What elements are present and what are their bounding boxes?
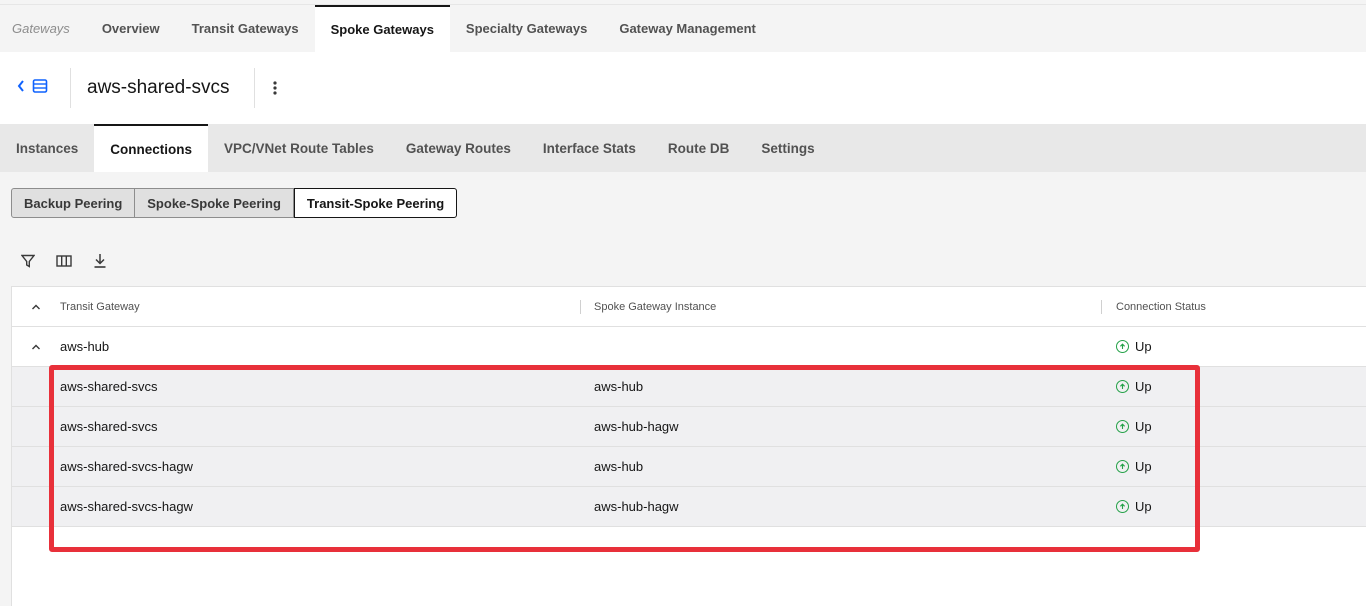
connections-table: Transit Gateway Spoke Gateway Instance C… [11, 286, 1366, 606]
tab-gateway-management[interactable]: Gateway Management [603, 5, 772, 52]
tab-specialty-gateways[interactable]: Specialty Gateways [450, 5, 603, 52]
status-text: Up [1135, 419, 1152, 434]
column-divider[interactable] [1101, 299, 1102, 314]
nav-brand: Gateways [12, 21, 70, 36]
transit-gateway-cell: aws-shared-svcs [60, 419, 158, 434]
tab-settings[interactable]: Settings [745, 124, 831, 172]
column-header-transit-gateway[interactable]: Transit Gateway [60, 301, 140, 313]
column-header-spoke-gateway-instance[interactable]: Spoke Gateway Instance [594, 301, 716, 313]
table-toolbar [14, 248, 114, 274]
chevron-up-icon [32, 304, 40, 309]
status-cell: Up [1116, 459, 1152, 474]
download-button[interactable] [86, 248, 114, 274]
connections-content: Backup Peering Spoke-Spoke Peering Trans… [0, 172, 1366, 606]
list-view-icon [32, 78, 48, 99]
spoke-spoke-peering-button[interactable]: Spoke-Spoke Peering [135, 188, 294, 218]
table-row[interactable]: aws-shared-svcs aws-hub Up [12, 367, 1366, 407]
table-row[interactable]: aws-shared-svcs-hagw aws-hub Up [12, 447, 1366, 487]
download-icon [94, 254, 106, 268]
tab-connections[interactable]: Connections [94, 124, 209, 172]
spoke-instance-cell: aws-hub [594, 459, 644, 474]
back-to-list-button[interactable] [0, 68, 71, 108]
group-collapse-button[interactable] [12, 344, 60, 350]
status-up-icon [1116, 380, 1129, 393]
status-cell: Up [1116, 339, 1152, 354]
tab-instances[interactable]: Instances [0, 124, 95, 172]
kebab-icon [272, 81, 277, 95]
tab-overview[interactable]: Overview [86, 5, 176, 52]
tab-route-tables[interactable]: VPC/VNet Route Tables [208, 124, 390, 172]
tab-spoke-gateways[interactable]: Spoke Gateways [314, 5, 450, 52]
transit-spoke-peering-button[interactable]: Transit-Spoke Peering [293, 188, 458, 218]
columns-button[interactable] [50, 248, 78, 274]
page-title: aws-shared-svcs [71, 68, 255, 108]
status-up-icon [1116, 340, 1129, 353]
overflow-menu-button[interactable] [255, 68, 295, 108]
tab-route-db[interactable]: Route DB [651, 124, 746, 172]
transit-gateway-cell: aws-shared-svcs [60, 379, 158, 394]
status-text: Up [1135, 499, 1152, 514]
top-nav: Gateways Overview Transit Gateways Spoke… [0, 4, 1366, 52]
status-cell: Up [1116, 379, 1152, 394]
transit-gateway-cell: aws-shared-svcs-hagw [60, 499, 193, 514]
status-up-icon [1116, 500, 1129, 513]
tab-interface-stats[interactable]: Interface Stats [526, 124, 652, 172]
status-cell: Up [1116, 499, 1152, 514]
chevron-up-icon [32, 344, 40, 349]
filter-icon [21, 254, 35, 268]
spoke-instance-cell: aws-hub [594, 379, 644, 394]
chevron-left-icon [16, 79, 26, 98]
transit-gateway-cell: aws-shared-svcs-hagw [60, 459, 193, 474]
table-header: Transit Gateway Spoke Gateway Instance C… [12, 287, 1366, 327]
status-text: Up [1135, 379, 1152, 394]
spoke-instance-cell: aws-hub-hagw [594, 419, 679, 434]
collapse-all-button[interactable] [12, 304, 60, 310]
group-row[interactable]: aws-hub Up [12, 327, 1366, 367]
group-name: aws-hub [60, 339, 110, 354]
tab-gateway-routes[interactable]: Gateway Routes [389, 124, 527, 172]
table-row[interactable]: aws-shared-svcs aws-hub-hagw Up [12, 407, 1366, 447]
gateway-header: aws-shared-svcs [0, 52, 1366, 124]
backup-peering-button[interactable]: Backup Peering [11, 188, 136, 218]
status-text: Up [1135, 339, 1152, 354]
sub-tabs: Instances Connections VPC/VNet Route Tab… [0, 124, 1366, 172]
column-divider[interactable] [580, 299, 581, 314]
peering-segmented-control: Backup Peering Spoke-Spoke Peering Trans… [11, 188, 458, 218]
column-header-connection-status[interactable]: Connection Status [1116, 301, 1206, 313]
columns-icon [56, 255, 72, 267]
status-cell: Up [1116, 419, 1152, 434]
tab-filler [830, 124, 1366, 172]
status-text: Up [1135, 459, 1152, 474]
status-up-icon [1116, 460, 1129, 473]
filter-button[interactable] [14, 248, 42, 274]
tab-transit-gateways[interactable]: Transit Gateways [176, 5, 315, 52]
table-row[interactable]: aws-shared-svcs-hagw aws-hub-hagw Up [12, 487, 1366, 527]
status-up-icon [1116, 420, 1129, 433]
spoke-instance-cell: aws-hub-hagw [594, 499, 679, 514]
